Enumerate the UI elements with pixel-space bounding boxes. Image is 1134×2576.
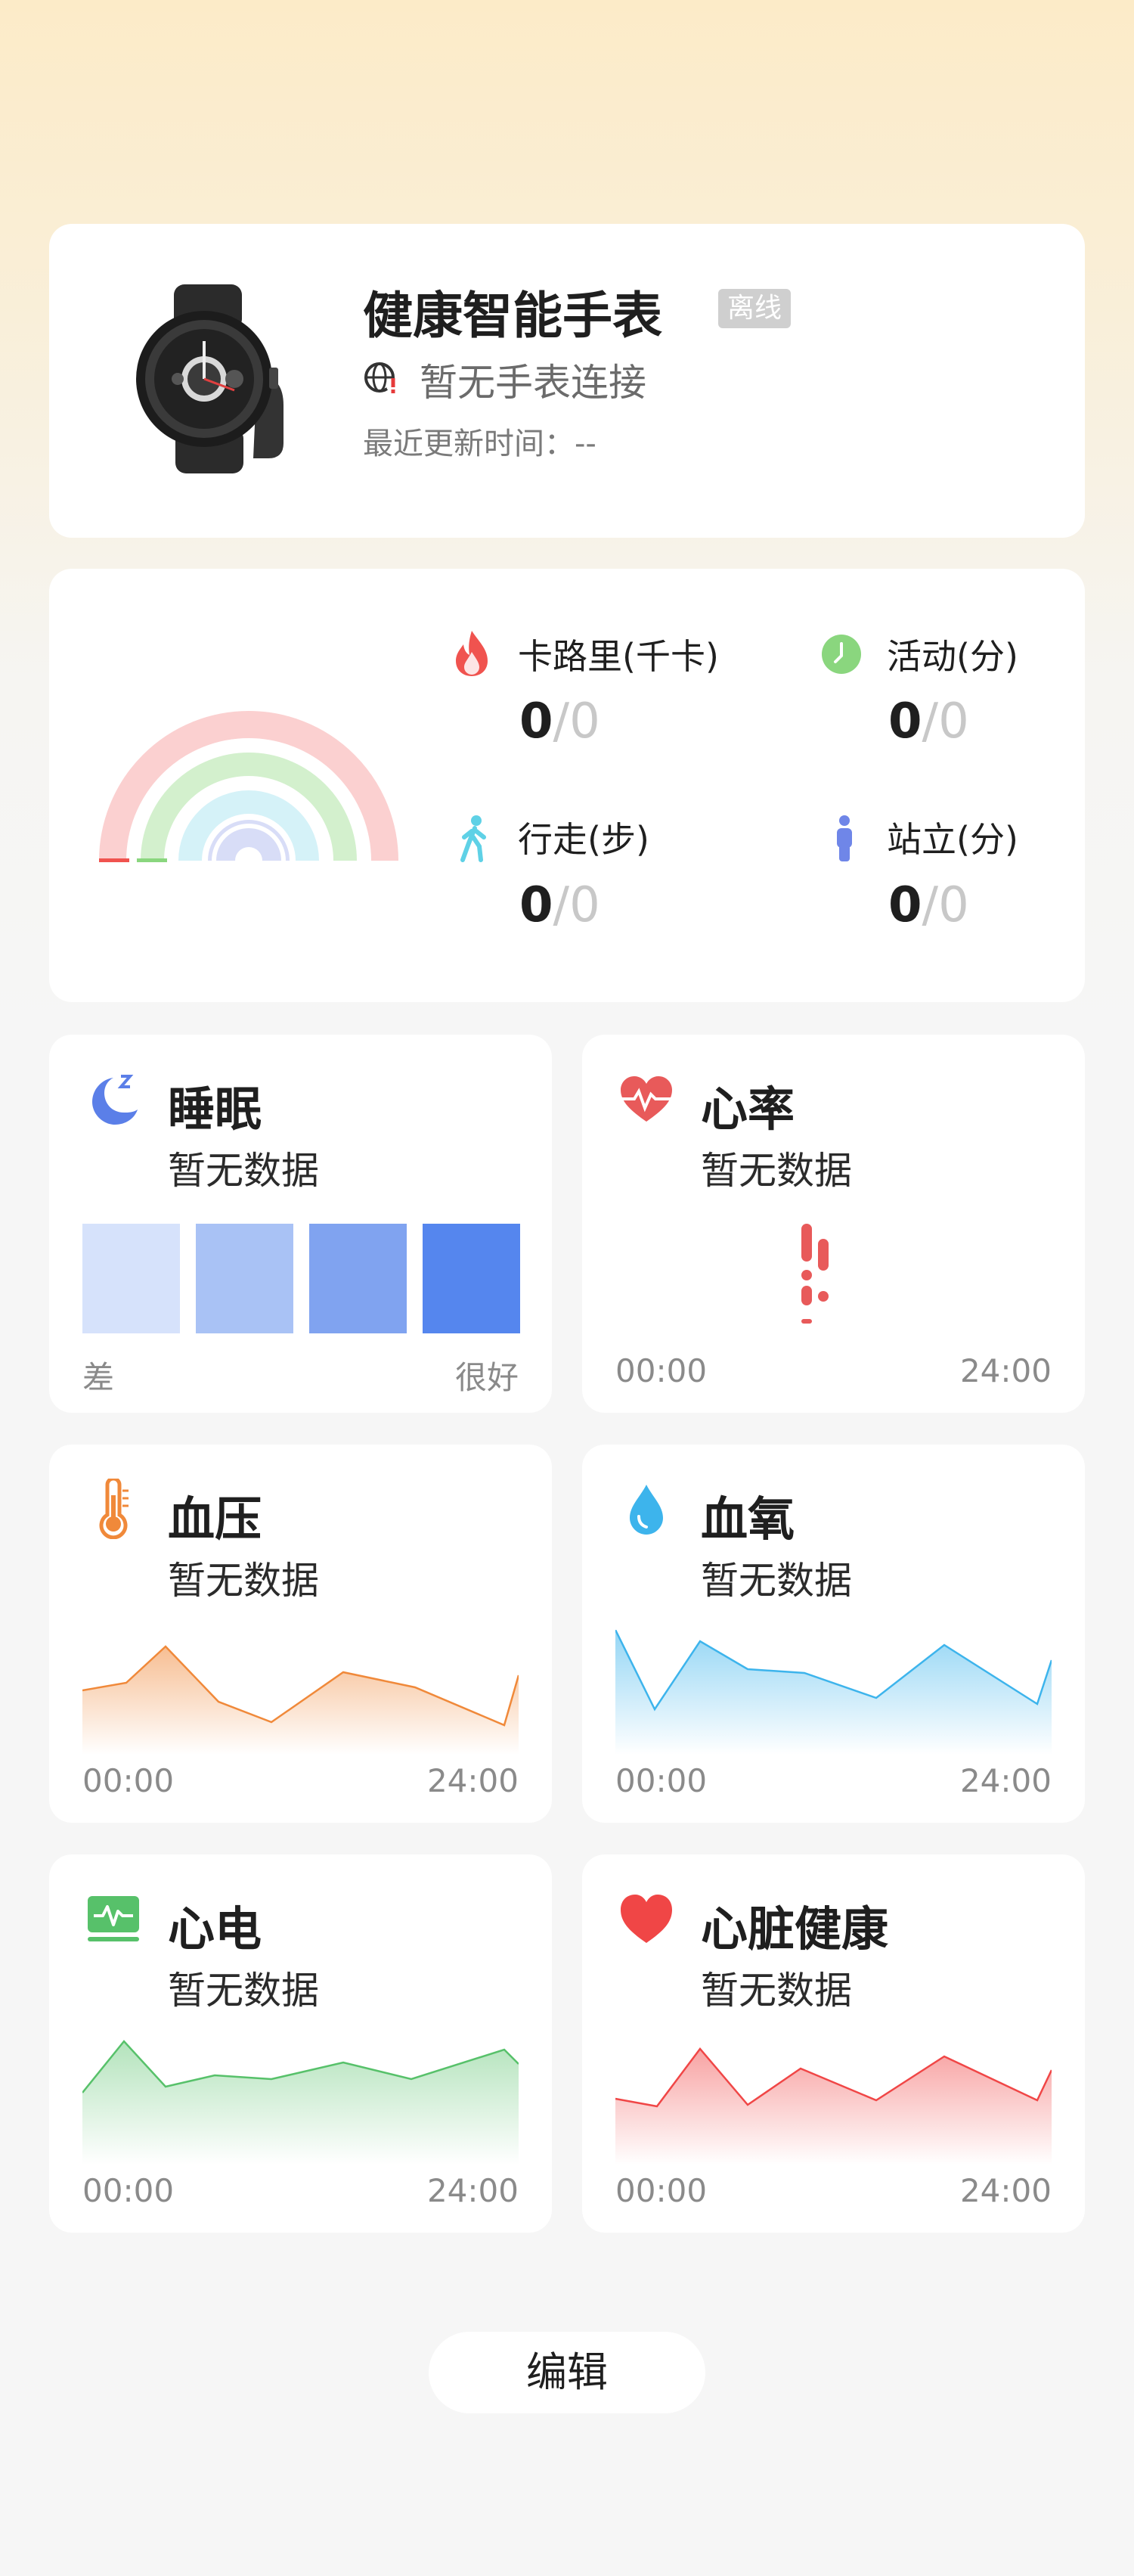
heart-health-chart <box>615 2047 1052 2165</box>
heart-rate-card[interactable]: 心率 暂无数据 00:00 24:00 <box>582 1035 1085 1413</box>
ecg-monitor-icon <box>88 1896 139 1941</box>
blood-pressure-card[interactable]: 血压 暂无数据 00:00 24:00 <box>49 1445 552 1823</box>
walk-value: 0/0 <box>519 877 600 933</box>
sleep-axis-right: 很好 <box>454 1359 519 1396</box>
stand-current: 0 <box>888 877 922 933</box>
heart-rate-axis-left: 00:00 <box>615 1352 708 1389</box>
heart-health-subtitle: 暂无数据 <box>701 1969 852 2013</box>
walk-goal: 0 <box>569 877 600 933</box>
heart-rate-chart <box>801 1224 829 1324</box>
walk-label: 行走(步) <box>518 819 649 860</box>
flame-icon <box>456 631 488 676</box>
heart-rate-subtitle: 暂无数据 <box>701 1149 852 1193</box>
walking-icon <box>460 815 486 862</box>
blood-oxygen-chart <box>615 1630 1052 1755</box>
ecg-axis-left: 00:00 <box>82 2172 175 2209</box>
standing-icon <box>837 815 852 861</box>
sleep-card[interactable]: 睡眠 暂无数据 差 很好 <box>49 1035 552 1413</box>
blood-oxygen-subtitle: 暂无数据 <box>701 1559 852 1603</box>
edit-button[interactable]: 编辑 <box>429 2332 705 2413</box>
blood-pressure-axis-left: 00:00 <box>82 1762 175 1799</box>
moon-icon <box>92 1075 138 1125</box>
calories-label: 卡路里(千卡) <box>518 636 719 677</box>
ecg-subtitle: 暂无数据 <box>168 1969 319 2013</box>
calories-value: 0/0 <box>519 694 600 750</box>
sleep-quality-bar <box>82 1224 520 1333</box>
heart-rate-title: 心率 <box>701 1082 795 1137</box>
active-separator: / <box>922 694 939 750</box>
watch-image <box>136 284 284 473</box>
heart-rate-axis-right: 24:00 <box>959 1352 1052 1389</box>
heart-health-axis-left: 00:00 <box>615 2172 708 2209</box>
active-label: 活动(分) <box>887 636 1018 677</box>
calories-separator: / <box>553 694 570 750</box>
stand-value: 0/0 <box>888 877 969 933</box>
blood-pressure-axis-right: 24:00 <box>426 1762 519 1799</box>
status-badge: 离线 <box>718 289 792 328</box>
active-value: 0/0 <box>888 694 969 750</box>
blood-pressure-subtitle: 暂无数据 <box>168 1559 319 1603</box>
stand-goal: 0 <box>938 877 969 933</box>
heart-icon <box>621 1895 672 1943</box>
activity-card[interactable]: 卡路里(千卡) 0/0 活动(分) 0/0 行走(步) 0/0 站立(分) 0/… <box>49 569 1085 1002</box>
sleep-title: 睡眠 <box>168 1082 262 1137</box>
blood-oxygen-card[interactable]: 血氧 暂无数据 00:00 24:00 <box>582 1445 1085 1823</box>
ecg-chart <box>82 2040 519 2165</box>
heart-pulse-icon <box>618 1076 675 1122</box>
connection-status: 暂无手表连接 <box>420 361 646 405</box>
heart-health-card[interactable]: 心脏健康 暂无数据 00:00 24:00 <box>582 1854 1085 2233</box>
device-card[interactable]: 健康智能手表 离线 暂无手表连接 最近更新时间：-- <box>49 224 1085 538</box>
thermometer-icon <box>99 1479 129 1539</box>
active-goal: 0 <box>938 694 969 750</box>
sleep-axis-left: 差 <box>82 1359 115 1396</box>
ecg-axis-right: 24:00 <box>426 2172 519 2209</box>
device-name: 健康智能手表 <box>363 287 662 345</box>
blood-pressure-title: 血压 <box>168 1491 262 1547</box>
blood-pressure-chart <box>82 1645 519 1755</box>
activity-rings <box>99 711 398 871</box>
water-drop-icon <box>630 1485 663 1535</box>
heart-health-axis-right: 24:00 <box>959 2172 1052 2209</box>
stand-label: 站立(分) <box>887 819 1018 860</box>
calories-current: 0 <box>519 694 553 750</box>
active-current: 0 <box>888 694 922 750</box>
blood-oxygen-axis-left: 00:00 <box>615 1762 708 1799</box>
last-update-time: 最近更新时间：-- <box>363 427 596 461</box>
calories-goal: 0 <box>569 694 600 750</box>
blood-oxygen-title: 血氧 <box>701 1491 795 1547</box>
sleep-subtitle: 暂无数据 <box>168 1149 319 1193</box>
heart-health-title: 心脏健康 <box>701 1901 889 1957</box>
ecg-title: 心电 <box>168 1901 262 1957</box>
clock-icon <box>822 635 861 674</box>
walk-current: 0 <box>519 877 553 933</box>
blood-oxygen-axis-right: 24:00 <box>959 1762 1052 1799</box>
walk-separator: / <box>553 877 570 933</box>
ecg-card[interactable]: 心电 暂无数据 00:00 24:00 <box>49 1854 552 2233</box>
globe-warning-icon <box>364 362 400 393</box>
stand-separator: / <box>922 877 939 933</box>
